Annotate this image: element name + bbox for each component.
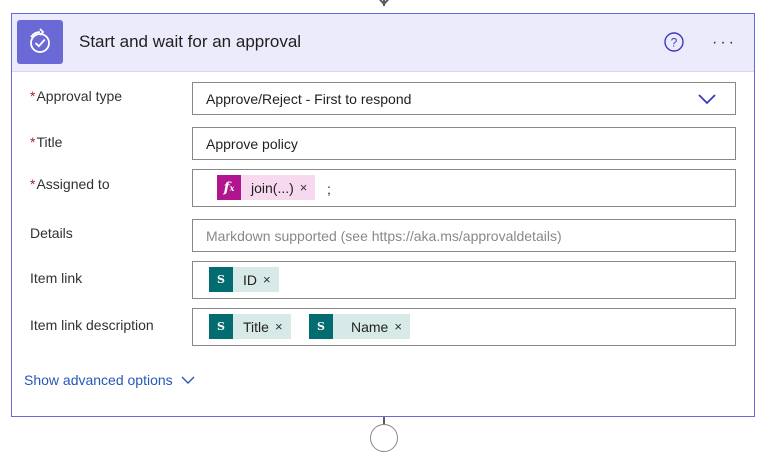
sharepoint-icon: S — [209, 267, 233, 292]
card-title: Start and wait for an approval — [79, 32, 302, 51]
remove-token-icon[interactable]: × — [394, 319, 410, 334]
item-link-description-label: Item link description — [30, 317, 154, 333]
title-value: Approve policy — [206, 136, 298, 152]
details-placeholder: Markdown supported (see https://aka.ms/a… — [206, 228, 562, 244]
svg-text:?: ? — [671, 36, 678, 50]
title-input[interactable]: Approve policy — [192, 127, 736, 160]
assigned-to-label: *Assigned to — [30, 176, 110, 192]
sharepoint-token-name[interactable]: S Name × — [309, 314, 410, 339]
remove-token-icon[interactable]: × — [263, 272, 279, 287]
required-marker: * — [30, 176, 36, 192]
title-label: *Title — [30, 134, 63, 150]
down-arrow-icon — [379, 0, 389, 6]
approval-icon — [17, 20, 63, 64]
assigned-to-input[interactable]: fx join(...) × ; — [192, 169, 736, 207]
add-step-circle[interactable] — [370, 424, 398, 452]
fx-icon: fx — [217, 175, 241, 200]
approval-type-label: *Approval type — [30, 88, 123, 104]
sharepoint-icon: S — [309, 314, 333, 339]
details-label: Details — [30, 225, 73, 241]
separator: ; — [327, 181, 331, 197]
show-advanced-options-link[interactable]: Show advanced options — [24, 372, 195, 388]
sharepoint-icon: S — [209, 314, 233, 339]
help-circle-icon[interactable]: ? — [663, 31, 685, 53]
required-marker: * — [30, 88, 36, 104]
required-marker: * — [30, 134, 36, 150]
more-options-icon[interactable]: ··· — [712, 34, 737, 52]
expression-token[interactable]: fx join(...) × — [217, 175, 316, 200]
chevron-down-icon — [181, 376, 195, 384]
card-header[interactable]: Start and wait for an approval ? ··· — [12, 14, 754, 72]
item-link-input[interactable]: S ID × — [192, 261, 736, 299]
remove-token-icon[interactable]: × — [300, 180, 316, 195]
item-link-label: Item link — [30, 270, 83, 286]
chevron-down-icon[interactable] — [697, 92, 717, 106]
remove-token-icon[interactable]: × — [275, 319, 291, 334]
sharepoint-token-id[interactable]: S ID × — [209, 267, 279, 292]
approval-action-card: Start and wait for an approval ? ··· *Ap… — [11, 13, 755, 417]
sharepoint-token-title[interactable]: S Title × — [209, 314, 291, 339]
approval-type-value: Approve/Reject - First to respond — [206, 91, 412, 107]
item-link-description-input[interactable]: S Title × S Name × — [192, 308, 736, 346]
details-input[interactable]: Markdown supported (see https://aka.ms/a… — [192, 219, 736, 252]
approval-type-dropdown[interactable]: Approve/Reject - First to respond — [192, 82, 736, 115]
